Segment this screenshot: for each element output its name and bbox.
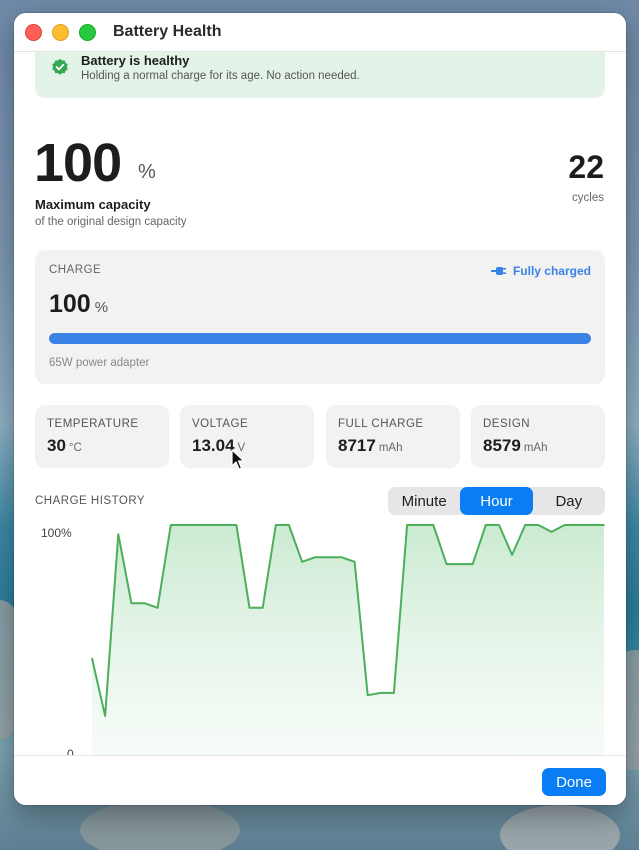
charge-history-point xyxy=(275,524,277,526)
tab-day[interactable]: Day xyxy=(533,487,605,515)
health-description: Holding a normal charge for its age. No … xyxy=(81,70,360,82)
mouse-pointer-icon xyxy=(231,449,245,470)
stat-unit: mAh xyxy=(378,442,403,454)
charge-progress-fill xyxy=(49,333,591,344)
stat-card-full-charge: FULL CHARGE 8717 mAh xyxy=(326,405,460,468)
charge-history-point xyxy=(353,561,356,563)
cycle-count-value: 22 xyxy=(568,149,604,185)
charge-history-point xyxy=(91,657,93,660)
charge-history-point xyxy=(380,692,382,694)
tab-hour[interactable]: Hour xyxy=(460,487,533,515)
window-content: Battery is healthy Holding a normal char… xyxy=(14,51,626,755)
charge-history-point xyxy=(432,524,435,526)
charge-history-point xyxy=(471,563,474,565)
charge-history-point xyxy=(261,607,264,609)
health-banner: Battery is healthy Holding a normal char… xyxy=(35,51,605,98)
charge-value: 100% xyxy=(49,290,108,319)
charge-history-point xyxy=(458,563,461,565)
max-capacity-sublabel: of the original design capacity xyxy=(35,216,187,228)
charge-history-point xyxy=(183,524,185,526)
charge-history-point xyxy=(130,602,133,604)
charge-history-point xyxy=(327,556,330,558)
power-adapter-label: 65W power adapter xyxy=(49,357,150,369)
stat-value-number: 30 xyxy=(47,436,66,455)
battery-health-window: Battery Health Battery is healthy Holdin… xyxy=(14,13,626,805)
charge-history-plot xyxy=(91,524,605,755)
charge-card: CHARGE Fully charged 100% 65W power adap… xyxy=(35,250,605,384)
charge-history-point xyxy=(498,524,500,526)
charge-history-point xyxy=(170,524,172,526)
charge-history-point xyxy=(156,607,159,609)
charge-history-chart: 100% 0 xyxy=(14,521,626,755)
charge-history-point xyxy=(340,556,343,558)
charge-value-unit: % xyxy=(94,299,109,316)
charge-history-point xyxy=(524,524,526,526)
charge-history-point xyxy=(209,524,211,526)
stat-label: DESIGN xyxy=(483,418,531,430)
charge-history-point xyxy=(550,531,553,533)
minimize-window-button[interactable] xyxy=(52,24,69,41)
stat-value-number: 8717 xyxy=(338,436,376,455)
max-capacity-unit: % xyxy=(138,161,156,183)
charge-history-point xyxy=(248,607,251,609)
stat-card-design: DESIGN 8579 mAh xyxy=(471,405,605,468)
close-window-button[interactable] xyxy=(25,24,42,41)
tab-minute[interactable]: Minute xyxy=(388,487,460,515)
cycle-count-label: cycles xyxy=(572,192,604,204)
charge-status-label: Fully charged xyxy=(512,264,591,278)
done-button[interactable]: Done xyxy=(542,768,606,796)
charge-value-number: 100 xyxy=(49,290,91,318)
stat-card-temperature: TEMPERATURE 30 °C xyxy=(35,405,169,468)
history-range-control: Minute Hour Day xyxy=(388,487,605,515)
charge-history-point xyxy=(511,554,513,556)
charge-history-point xyxy=(314,556,317,558)
window-footer: Done xyxy=(14,755,626,805)
health-title: Battery is healthy xyxy=(81,53,190,68)
charge-progress-bar xyxy=(49,333,591,344)
window-title: Battery Health xyxy=(113,23,222,40)
stat-label: TEMPERATURE xyxy=(47,418,139,430)
charge-history-point xyxy=(222,524,225,526)
charge-history-point xyxy=(235,524,238,526)
charge-history-title: CHARGE HISTORY xyxy=(35,495,146,507)
max-capacity-label: Maximum capacity xyxy=(35,197,151,212)
charge-history-point xyxy=(288,524,290,526)
charge-history-point xyxy=(196,524,198,526)
stat-unit: mAh xyxy=(523,442,548,454)
stat-label: VOLTAGE xyxy=(192,418,249,430)
charge-history-point xyxy=(117,533,120,535)
charge-history-point xyxy=(143,602,146,604)
charge-history-point xyxy=(590,524,592,526)
charge-history-point xyxy=(366,694,369,696)
title-bar: Battery Health xyxy=(14,13,626,52)
stat-value-number: 8579 xyxy=(483,436,521,455)
stat-card-voltage: VOLTAGE 13.04 V xyxy=(180,405,314,468)
charge-history-point xyxy=(603,524,605,526)
charge-history-point xyxy=(563,524,566,526)
stat-label: FULL CHARGE xyxy=(338,418,424,430)
max-capacity-value: 100 xyxy=(34,133,122,193)
charge-history-point xyxy=(104,715,106,717)
charge-history-point xyxy=(485,524,487,526)
stat-value: 8717 mAh xyxy=(338,436,402,456)
stat-unit: °C xyxy=(68,442,82,454)
plug-icon xyxy=(490,267,506,275)
charge-status: Fully charged xyxy=(490,264,591,278)
charge-history-point xyxy=(537,524,540,526)
charge-history-point xyxy=(419,524,422,526)
checkmark-badge-icon xyxy=(52,58,68,75)
stat-value-number: 13.04 xyxy=(192,436,235,455)
charge-history-point xyxy=(576,524,579,526)
charge-history-point xyxy=(301,561,303,563)
charge-history-point xyxy=(393,692,395,694)
stat-value: 8579 mAh xyxy=(483,436,547,456)
charge-history-point xyxy=(445,563,448,565)
charge-caption: CHARGE xyxy=(49,264,102,276)
maximize-window-button[interactable] xyxy=(79,24,96,41)
stat-value: 30 °C xyxy=(47,436,82,456)
desktop-rock xyxy=(80,800,240,850)
charge-history-point xyxy=(406,524,408,526)
desktop-rock xyxy=(500,805,620,850)
